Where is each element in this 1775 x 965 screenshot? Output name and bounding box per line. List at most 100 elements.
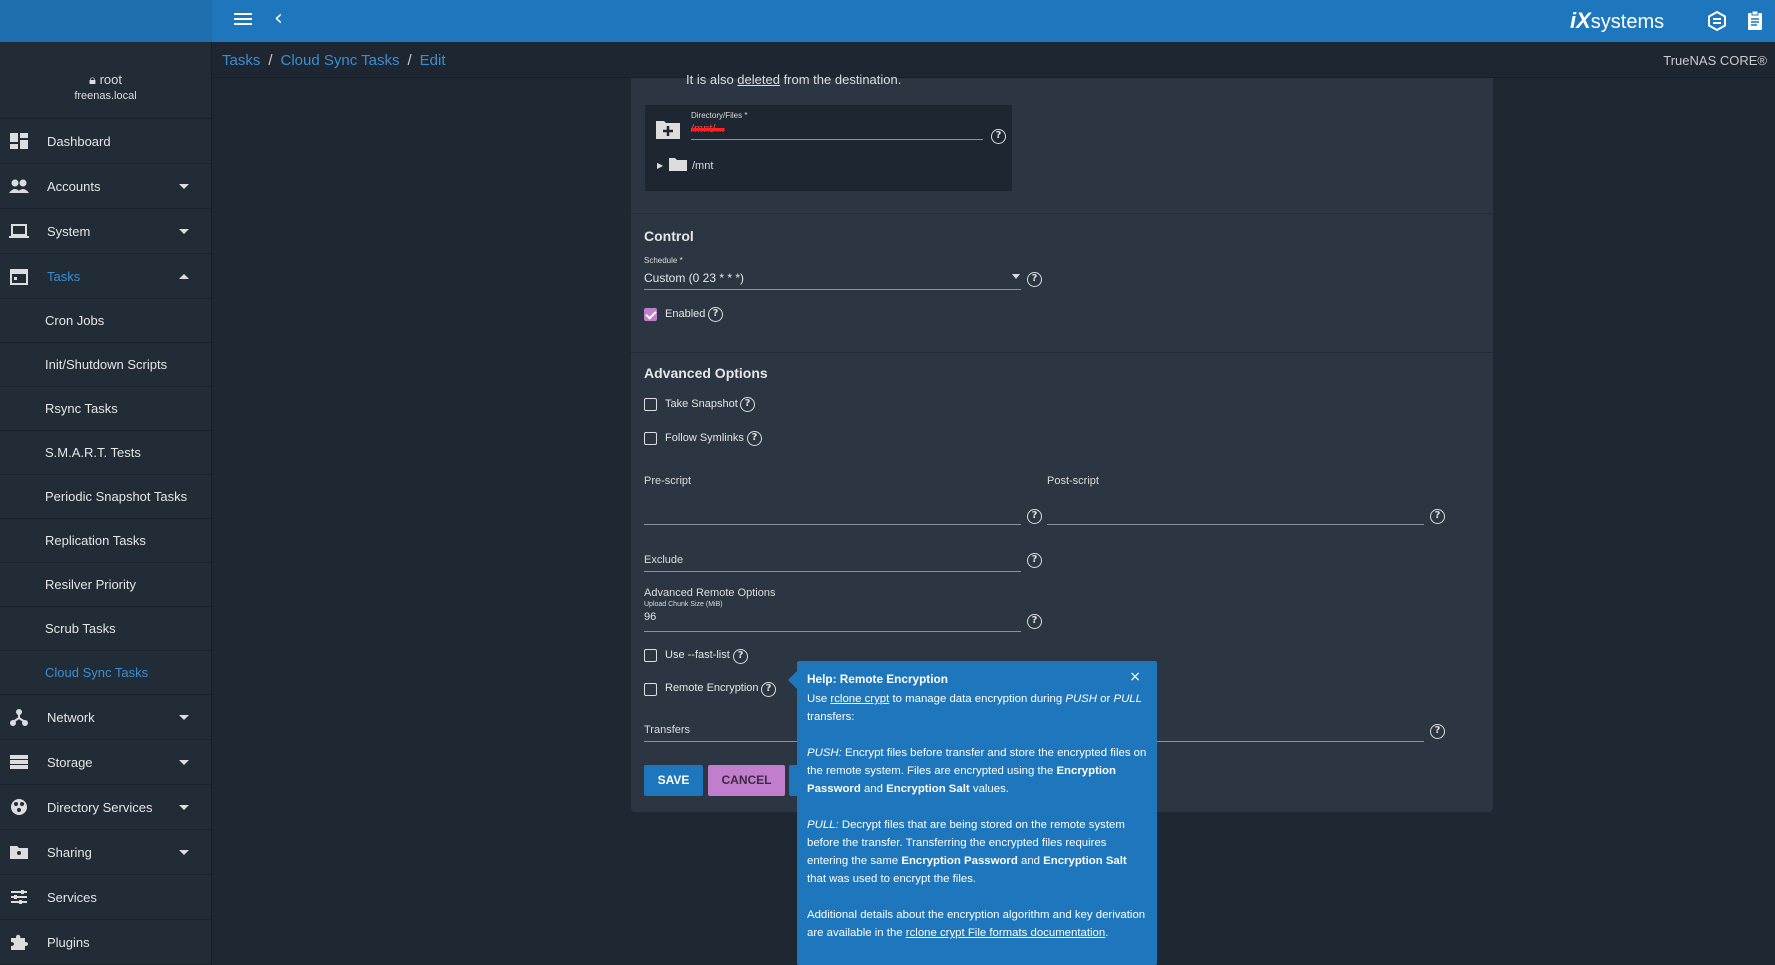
prescript-label: Pre-script	[644, 475, 692, 487]
sidebar-subitem-cron-jobs[interactable]: Cron Jobs	[0, 299, 211, 343]
popover-title: Help: Remote Encryption	[807, 672, 948, 686]
delete-note-pre: It is also	[686, 72, 738, 87]
help-icon[interactable]: ?	[1430, 509, 1445, 524]
save-button[interactable]: SAVE	[644, 765, 703, 796]
divider	[631, 352, 1493, 353]
user-box: 🔒︎ root freenas.local	[0, 42, 211, 119]
prescript-textarea[interactable]	[644, 490, 1021, 520]
postscript-underline	[1047, 524, 1424, 525]
chevron-down-icon	[179, 760, 189, 765]
postscript-textarea[interactable]	[1047, 490, 1424, 520]
cancel-button[interactable]: CANCEL	[708, 765, 785, 796]
host-name: freenas.local	[74, 90, 137, 102]
enabled-checkbox[interactable]	[644, 308, 657, 321]
advanced-options-title: Advanced Options	[644, 365, 768, 381]
help-icon[interactable]: ?	[747, 431, 762, 446]
add-folder-icon[interactable]	[655, 118, 681, 140]
popover-paragraph-pull: PULL: Decrypt files that are being store…	[807, 816, 1147, 888]
help-icon[interactable]: ?	[1027, 272, 1042, 287]
help-icon[interactable]: ?	[733, 649, 748, 664]
sidebar-label-plugins: Plugins	[47, 934, 90, 950]
rclone-crypt-docs-link[interactable]: rclone crypt File formats documentation	[906, 927, 1105, 939]
sidebar-subitem-replication-tasks[interactable]: Replication Tasks	[0, 519, 211, 563]
remote-encryption-label: Remote Encryption	[665, 682, 759, 694]
chevron-down-icon	[179, 805, 189, 810]
help-icon[interactable]: ?	[1027, 614, 1042, 629]
schedule-underline	[644, 289, 1021, 290]
help-icon[interactable]: ?	[1430, 724, 1445, 739]
p1-pull: PULL	[1113, 693, 1142, 705]
clipboard-icon[interactable]	[1744, 10, 1766, 32]
collapse-chevron-icon[interactable]: ‹	[274, 7, 283, 31]
remote-encryption-checkbox[interactable]	[644, 683, 657, 696]
expand-arrow-icon[interactable]: ▶	[657, 161, 663, 170]
directory-explorer: Directory/Files * /mnt/... ? ▶ /mnt	[645, 105, 1012, 191]
sidebar-item-directory-services[interactable]: Directory Services	[0, 785, 211, 830]
puzzle-icon	[11, 934, 28, 950]
hamburger-menu-icon[interactable]	[232, 10, 254, 32]
breadcrumb-tasks[interactable]: Tasks	[222, 52, 260, 69]
help-icon[interactable]: ?	[1027, 553, 1042, 568]
schedule-label: Schedule *	[644, 256, 683, 265]
user-name: 🔒︎ root	[0, 72, 211, 88]
sidebar-label-network: Network	[47, 709, 95, 725]
p3-and: and	[1017, 855, 1044, 867]
sidebar-subitem-resilver-priority[interactable]: Resilver Priority	[0, 563, 211, 607]
fast-list-checkbox[interactable]	[644, 649, 657, 662]
delete-note-post: from the destination.	[779, 72, 902, 87]
product-name: TrueNAS CORE®	[1663, 53, 1767, 68]
sidebar-item-accounts[interactable]: Accounts	[0, 164, 211, 209]
sidebar-subitem-init-shutdown-scripts[interactable]: Init/Shutdown Scripts	[0, 343, 211, 387]
sidebar-item-services[interactable]: Services	[0, 875, 211, 920]
sidebar-item-system[interactable]: System	[0, 209, 211, 254]
follow-symlinks-checkbox[interactable]	[644, 432, 657, 445]
tree-root-label[interactable]: /mnt	[692, 160, 713, 172]
sidebar-label-tasks: Tasks	[47, 268, 81, 284]
chevron-up-icon	[179, 274, 189, 279]
chunk-size-label: Upload Chunk Size (MiB)	[644, 601, 723, 608]
truecommand-icon[interactable]	[1706, 10, 1728, 32]
laptop-icon	[9, 224, 29, 238]
close-icon[interactable]: ×	[1129, 668, 1141, 686]
chevron-down-icon[interactable]	[1012, 274, 1020, 279]
breadcrumb-bar: Tasks / Cloud Sync Tasks / Edit TrueNAS CORE…	[212, 42, 1775, 78]
sidebar-subitem-periodic-snapshot-tasks[interactable]: Periodic Snapshot Tasks	[0, 475, 211, 519]
user-name-text: root	[99, 72, 122, 87]
sidebar-subitem-smart-tests[interactable]: S.M.A.R.T. Tests	[0, 431, 211, 475]
chevron-down-icon	[179, 184, 189, 189]
p3-term: PULL:	[807, 819, 839, 831]
help-icon[interactable]: ?	[708, 307, 723, 322]
sidebar-subitem-scrub-tasks[interactable]: Scrub Tasks	[0, 607, 211, 651]
chunk-size-input[interactable]: 96	[644, 611, 656, 623]
help-icon[interactable]: ?	[991, 129, 1006, 144]
p1-post: transfers:	[807, 711, 855, 723]
sidebar-item-tasks[interactable]: Tasks	[0, 254, 211, 299]
help-icon[interactable]: ?	[740, 397, 755, 412]
exclude-input[interactable]	[644, 571, 1021, 572]
sidebar-item-network[interactable]: Network	[0, 695, 211, 740]
breadcrumb-cloud-sync-tasks[interactable]: Cloud Sync Tasks	[281, 52, 400, 69]
help-icon[interactable]: ?	[761, 682, 776, 697]
directory-input[interactable]: /mnt/...	[691, 123, 725, 135]
rclone-crypt-link[interactable]: rclone crypt	[830, 693, 889, 705]
sliders-icon	[11, 890, 27, 904]
ixsystems-logo[interactable]: iXsystems	[1570, 8, 1664, 34]
breadcrumb-edit[interactable]: Edit	[420, 52, 446, 69]
sidebar-item-sharing[interactable]: Sharing	[0, 830, 211, 875]
sidebar-item-plugins[interactable]: Plugins	[0, 920, 211, 965]
sidebar-label-system: System	[47, 223, 91, 239]
follow-symlinks-label: Follow Symlinks	[665, 432, 744, 444]
advanced-remote-options-label: Advanced Remote Options	[644, 587, 776, 599]
top-bar-sidebar-area	[0, 0, 212, 42]
schedule-select[interactable]: Custom (0 23 * * *)	[644, 271, 744, 285]
sidebar-item-dashboard[interactable]: Dashboard	[0, 119, 211, 164]
sidebar-item-storage[interactable]: Storage	[0, 740, 211, 785]
divider	[631, 213, 1493, 214]
prescript-underline	[644, 524, 1021, 525]
sidebar-subitem-cloud-sync-tasks[interactable]: Cloud Sync Tasks	[0, 651, 211, 695]
take-snapshot-checkbox[interactable]	[644, 398, 657, 411]
help-icon[interactable]: ?	[1027, 509, 1042, 524]
popover-paragraph-push: PUSH: Encrypt files before transfer and …	[807, 744, 1147, 798]
sidebar-subitem-rsync-tasks[interactable]: Rsync Tasks	[0, 387, 211, 431]
folder-share-icon	[10, 846, 28, 859]
